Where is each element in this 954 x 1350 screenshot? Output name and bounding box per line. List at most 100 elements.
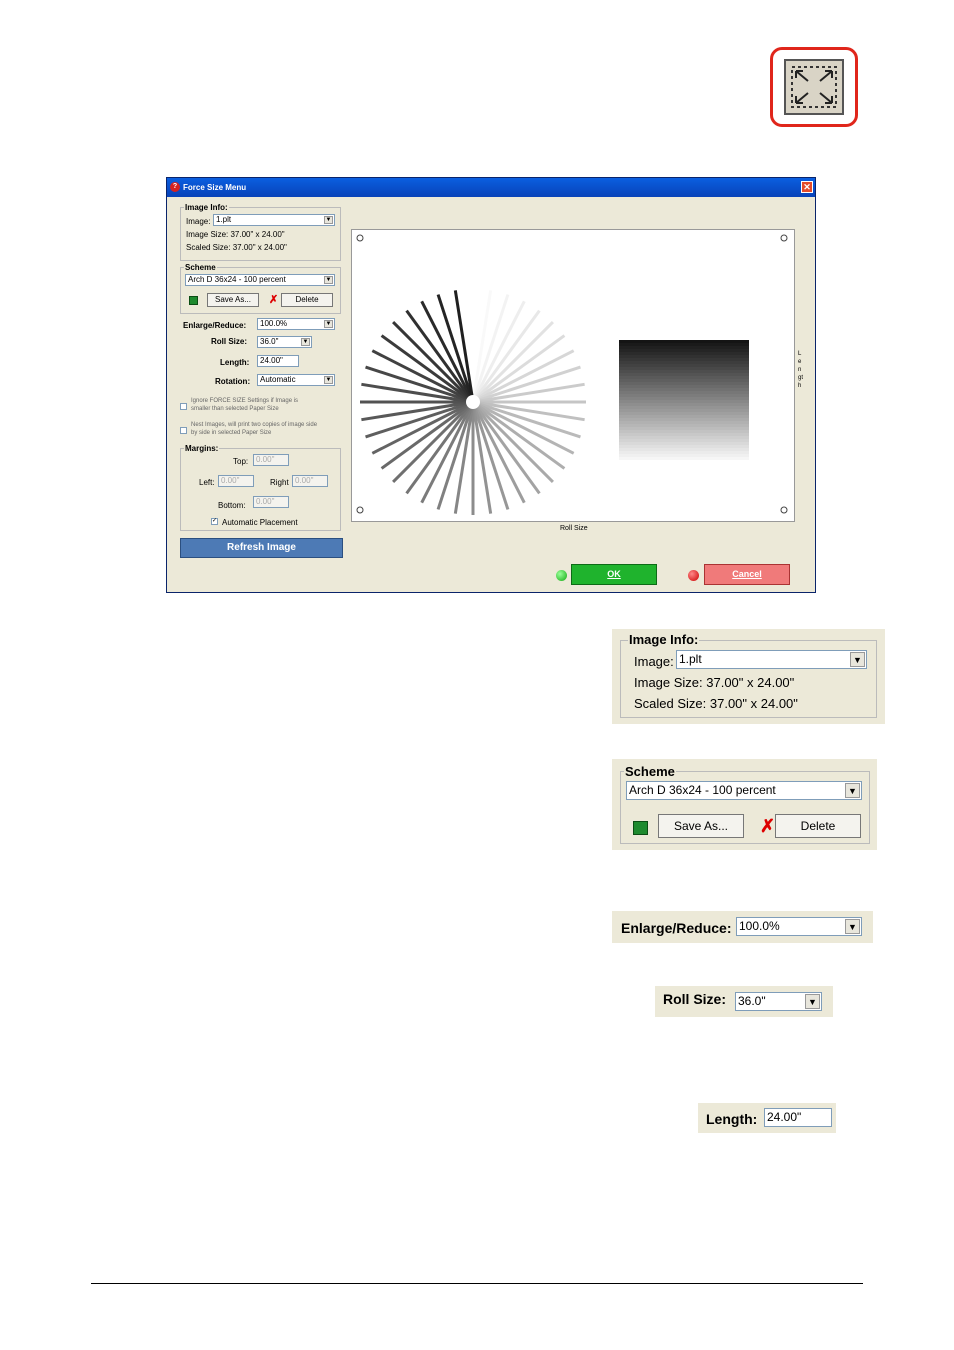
- zoom-roll-size-select[interactable]: 36.0" ▼: [735, 992, 822, 1011]
- zoom-image-select[interactable]: 1.plt ▼: [676, 650, 867, 669]
- chevron-down-icon: ▼: [324, 276, 333, 284]
- scaled-size-text: Scaled Size: 37.00" x 24.00": [186, 243, 287, 252]
- zoom-delete-button[interactable]: Delete: [775, 814, 861, 838]
- pattern-spoke: [472, 334, 566, 404]
- automatic-placement-checkbox[interactable]: ✓: [211, 518, 218, 525]
- pattern-gradient-band: [619, 355, 749, 358]
- pattern-gradient-band: [619, 364, 749, 367]
- pattern-gradient-band: [619, 382, 749, 385]
- title-bar: ? Force Size Menu ✕: [167, 178, 815, 197]
- pattern-gradient-band: [619, 379, 749, 382]
- roll-size-select[interactable]: 36.0" ▼: [257, 336, 312, 348]
- length-label: Length:: [220, 358, 250, 367]
- pattern-gradient-band: [619, 421, 749, 424]
- length-input[interactable]: 24.00": [257, 355, 299, 367]
- zoom-scheme-select[interactable]: Arch D 36x24 - 100 percent ▼: [626, 781, 862, 800]
- ignore-text-line-1: Ignore FORCE SIZE Settings if Image is: [191, 398, 299, 404]
- save-disk-icon[interactable]: [189, 296, 198, 305]
- save-as-button[interactable]: Save As...: [207, 293, 259, 307]
- ignore-text: Ignore FORCE SIZE Settings if Image is sm…: [191, 397, 298, 413]
- roll-size-label: Roll Size:: [211, 337, 248, 346]
- pattern-spoke: [471, 401, 541, 495]
- chevron-down-icon: ▼: [845, 783, 860, 798]
- pattern-gradient-band: [619, 397, 749, 400]
- pattern-gradient-band: [619, 424, 749, 427]
- close-icon[interactable]: ✕: [801, 181, 813, 193]
- pattern-gradient-band: [619, 385, 749, 388]
- margin-right-input[interactable]: 0.00": [292, 475, 328, 487]
- pattern-gradient-band: [619, 394, 749, 397]
- image-select[interactable]: 1.plt ▼: [213, 214, 335, 226]
- zoom-length-label: Length:: [706, 1111, 758, 1127]
- chevron-down-icon: ▼: [324, 216, 333, 224]
- pattern-spoke: [471, 309, 541, 403]
- pattern-gradient-band: [619, 454, 749, 457]
- zoom-enlarge-select[interactable]: 100.0% ▼: [736, 917, 862, 936]
- delete-x-icon[interactable]: ✗: [760, 816, 775, 837]
- pattern-gradient-band: [619, 358, 749, 361]
- help-icon[interactable]: ?: [170, 182, 180, 192]
- pattern-gradient-band: [619, 340, 749, 343]
- rotation-select-value: Automatic: [260, 375, 296, 384]
- pattern-spoke: [380, 334, 474, 404]
- scheme-select-value: Arch D 36x24 - 100 percent: [188, 275, 286, 284]
- enlarge-select-value: 100.0%: [260, 319, 288, 328]
- cancel-button[interactable]: Cancel: [704, 564, 790, 585]
- pattern-gradient-band: [619, 418, 749, 421]
- margin-left-input[interactable]: 0.00": [218, 475, 254, 487]
- nest-text: Nest Images, will print two copies of im…: [191, 421, 317, 437]
- scheme-title: Scheme: [184, 263, 217, 272]
- force-size-dialog: ? Force Size Menu ✕ Image Info: Image: 1…: [166, 177, 816, 593]
- pattern-spoke: [405, 401, 475, 495]
- margin-top-label: Top:: [233, 457, 249, 466]
- corner-marker: [780, 234, 788, 242]
- pattern-spoke: [405, 309, 475, 403]
- pattern-gradient-band: [619, 412, 749, 415]
- refresh-image-button[interactable]: Refresh Image: [180, 538, 343, 558]
- zoom-length-input[interactable]: 24.00": [764, 1108, 832, 1127]
- automatic-placement-label: Automatic Placement: [222, 518, 298, 527]
- pattern-gradient-band: [619, 415, 749, 418]
- enlarge-label: Enlarge/Reduce:: [183, 321, 247, 330]
- corner-marker: [356, 234, 364, 242]
- pattern-gradient-band: [619, 349, 749, 352]
- corner-marker: [356, 506, 364, 514]
- zoom-enlarge-panel: Enlarge/Reduce: 100.0% ▼: [612, 911, 873, 943]
- delete-x-icon[interactable]: ✗: [269, 293, 278, 306]
- enlarge-select[interactable]: 100.0% ▼: [257, 318, 335, 330]
- ignore-checkbox[interactable]: [180, 403, 187, 410]
- pattern-gradient-band: [619, 406, 749, 409]
- corner-marker: [780, 506, 788, 514]
- force-size-icon: [770, 47, 858, 127]
- zoom-enlarge-select-value: 100.0%: [739, 919, 780, 933]
- zoom-save-as-button[interactable]: Save As...: [658, 814, 744, 838]
- pattern-gradient-band: [619, 439, 749, 442]
- pattern-gradient-band: [619, 433, 749, 436]
- image-select-value: 1.plt: [216, 215, 232, 224]
- margin-bottom-input[interactable]: 0.00": [253, 496, 289, 508]
- pattern-gradient-band: [619, 457, 749, 460]
- zoom-image-label: Image:: [634, 654, 674, 669]
- rotation-select[interactable]: Automatic ▼: [257, 374, 335, 386]
- scheme-select[interactable]: Arch D 36x24 - 100 percent ▼: [185, 274, 335, 286]
- test-pattern-preview: [356, 234, 788, 515]
- chevron-down-icon: ▼: [301, 338, 310, 346]
- preview-area: [351, 229, 795, 522]
- pattern-gradient-band: [619, 346, 749, 349]
- ok-button[interactable]: OK: [571, 564, 657, 585]
- pattern-center: [466, 395, 480, 409]
- zoom-roll-size-panel: Roll Size: 36.0" ▼: [655, 986, 833, 1017]
- nest-checkbox[interactable]: [180, 427, 187, 434]
- nest-text-line-1: Nest Images, will print two copies of im…: [191, 422, 318, 428]
- green-status-dot: [556, 570, 567, 581]
- zoom-enlarge-label: Enlarge/Reduce:: [621, 920, 732, 936]
- delete-button[interactable]: Delete: [281, 293, 333, 307]
- image-label: Image:: [186, 217, 211, 226]
- pattern-spoke: [380, 400, 474, 470]
- chevron-down-icon: ▼: [850, 652, 865, 667]
- pattern-gradient-band: [619, 400, 749, 403]
- margin-top-input[interactable]: 0.00": [253, 454, 289, 466]
- margin-right-label: Right: [270, 478, 289, 487]
- roll-size-select-value: 36.0": [260, 337, 279, 346]
- save-disk-icon[interactable]: [633, 821, 648, 835]
